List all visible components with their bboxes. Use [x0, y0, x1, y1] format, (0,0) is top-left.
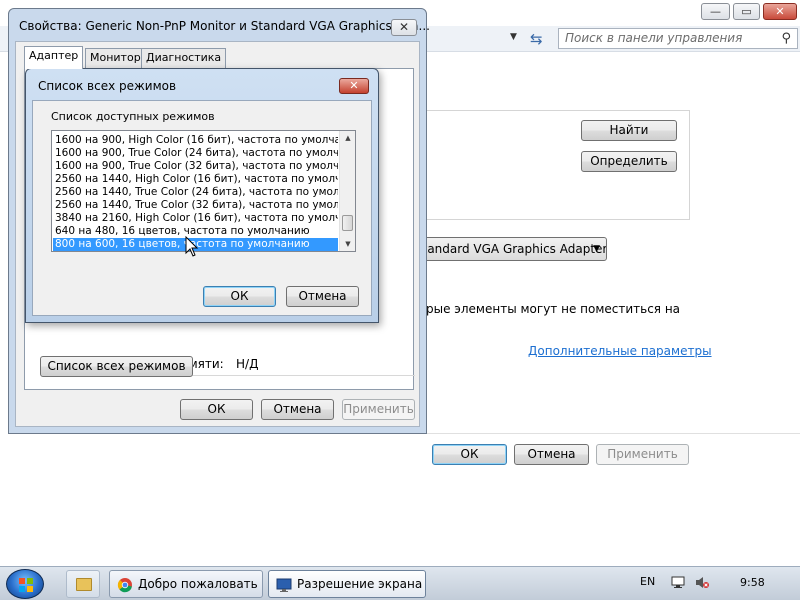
list-item[interactable]: 1600 на 900, True Color (32 бита), часто… [53, 160, 338, 173]
list-item[interactable]: 2560 на 1440, True Color (24 бита), част… [53, 186, 338, 199]
resolution-warning-text: рые элементы могут не поместиться на [426, 302, 681, 316]
list-item[interactable]: 1600 на 900, High Color (16 бит), частот… [53, 134, 338, 147]
maximize-button[interactable]: ▭ [733, 3, 760, 20]
start-button[interactable] [6, 569, 44, 599]
taskbar-task-screen-resolution[interactable]: Разрешение экрана [268, 570, 426, 598]
taskbar-task-label: Разрешение экрана [297, 577, 423, 591]
scroll-down-arrow-icon[interactable]: ▼ [340, 237, 355, 251]
modes-listbox[interactable]: 1600 на 900, High Color (16 бит), частот… [51, 130, 356, 252]
clock[interactable]: 9:58 [740, 576, 765, 589]
cancel-button[interactable]: Отмена [514, 444, 589, 465]
properties-ok-button[interactable]: ОК [180, 399, 253, 420]
taskbar: Добро пожаловать ... Разрешение экрана E… [0, 566, 800, 600]
search-icon[interactable]: ⚲ [781, 29, 791, 48]
tab-monitor[interactable]: Монитор [85, 48, 146, 68]
advanced-settings-link[interactable]: Дополнительные параметры [528, 344, 712, 358]
modes-list-caption: Список доступных режимов [51, 110, 215, 123]
list-all-modes-button[interactable]: Список всех режимов [40, 356, 193, 377]
display-select-value: Standard VGA Graphics Adapter [415, 242, 607, 256]
list-item[interactable]: 2560 на 1440, True Color (32 бита), част… [53, 199, 338, 212]
volume-muted-icon[interactable] [695, 576, 709, 589]
monitor-icon [276, 578, 292, 592]
tab-adapter[interactable]: Адаптер [24, 46, 84, 69]
list-item[interactable]: 2560 на 1440, High Color (16 бит), часто… [53, 173, 338, 186]
scrollbar-thumb[interactable] [342, 215, 353, 231]
modes-ok-button[interactable]: ОК [203, 286, 276, 307]
detect-button[interactable]: Определить [581, 151, 677, 172]
scroll-up-arrow-icon[interactable]: ▲ [340, 131, 355, 145]
tab-diagnostics[interactable]: Диагностика [141, 48, 227, 68]
folder-icon [76, 578, 92, 591]
display-select[interactable]: Standard VGA Graphics Adapter ▼ [410, 237, 607, 261]
language-indicator[interactable]: EN [640, 575, 655, 588]
refresh-icon[interactable]: ⇆ [530, 30, 543, 48]
modes-dialog-body: Список доступных режимов 1600 на 900, Hi… [32, 100, 372, 316]
find-button[interactable]: Найти [581, 120, 677, 141]
properties-apply-button: Применить [342, 399, 415, 420]
apply-button: Применить [596, 444, 689, 465]
modes-list-dialog: Список всех режимов ✕ Список доступных р… [25, 68, 379, 323]
divider [410, 433, 800, 434]
modes-cancel-button[interactable]: Отмена [286, 286, 359, 307]
properties-cancel-button[interactable]: Отмена [261, 399, 334, 420]
chevron-down-icon[interactable]: ▼ [510, 32, 517, 42]
window-close-button[interactable]: ✕ [763, 3, 797, 20]
modes-scrollbar[interactable]: ▲ ▼ [339, 131, 355, 251]
search-placeholder: Поиск в панели управления [565, 31, 743, 45]
minimize-button[interactable]: — [701, 3, 730, 20]
mouse-pointer-icon [185, 236, 199, 257]
search-input[interactable]: Поиск в панели управления ⚲ [558, 28, 798, 49]
taskbar-task-label: Добро пожаловать ... [138, 577, 263, 591]
system-memory-value: Н/Д [236, 357, 259, 371]
windows-logo-icon [19, 578, 33, 592]
ok-button[interactable]: ОК [432, 444, 507, 465]
modes-dialog-title: Список всех режимов [38, 79, 177, 93]
modes-close-button[interactable]: ✕ [339, 78, 369, 94]
network-icon[interactable] [671, 576, 685, 589]
list-item[interactable]: 1600 на 900, True Color (24 бита), часто… [53, 147, 338, 160]
chevron-down-icon: ▼ [593, 244, 600, 254]
explorer-taskbar-button[interactable] [66, 570, 100, 598]
taskbar-task-welcome[interactable]: Добро пожаловать ... [109, 570, 263, 598]
list-item[interactable]: 3840 на 2160, High Color (16 бит), часто… [53, 212, 338, 225]
properties-close-button[interactable]: ✕ [391, 19, 417, 36]
properties-dialog-title: Свойства: Generic Non-PnP Monitor и Stan… [19, 19, 430, 33]
chrome-icon [117, 578, 132, 593]
